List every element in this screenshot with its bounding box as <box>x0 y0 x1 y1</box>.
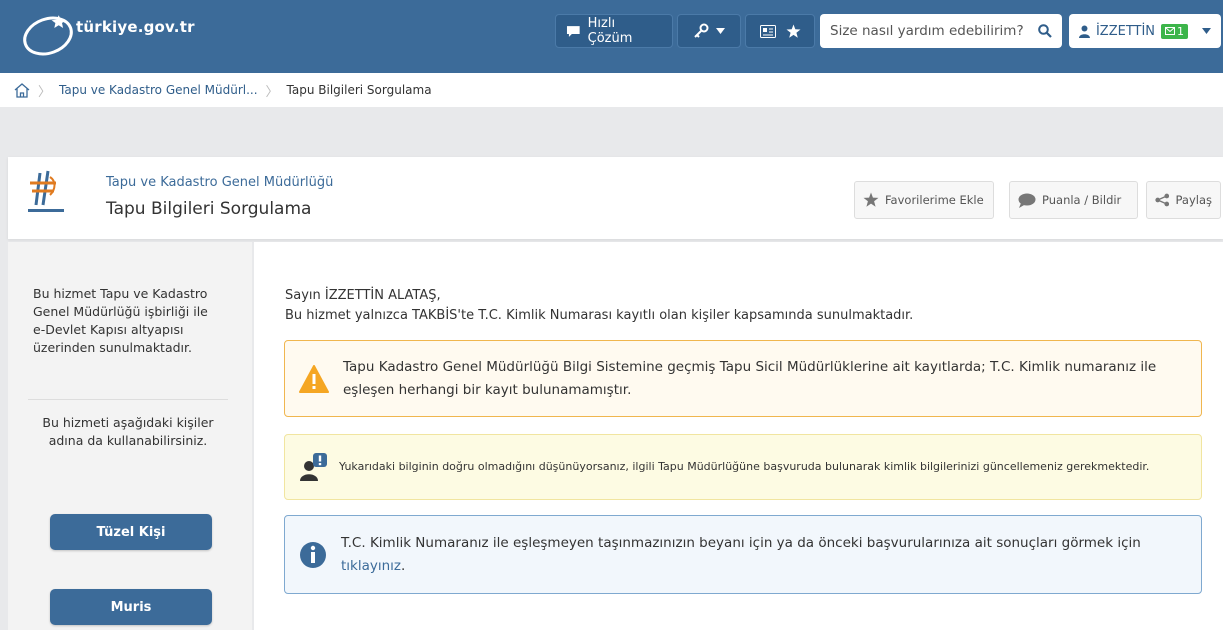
top-header: türkiye.gov.tr Hızlı Çözüm Size nasıl ya… <box>0 0 1223 73</box>
star-icon <box>786 24 800 38</box>
page-title: Tapu Bilgileri Sorgulama <box>106 199 312 219</box>
quick-solution-label: Hızlı Çözüm <box>587 16 633 46</box>
breadcrumb-separator: 〉 <box>38 84 52 100</box>
user-icon <box>1079 25 1090 38</box>
tkgm-logo <box>28 170 64 212</box>
rate-report-button[interactable]: Puanla / Bildir <box>1009 181 1138 219</box>
star-icon <box>863 192 879 207</box>
logo-swoosh-icon <box>23 15 73 56</box>
comment-icon <box>1018 193 1036 208</box>
home-icon[interactable] <box>14 82 30 98</box>
chevron-down-icon <box>716 28 725 34</box>
warning-alert: Tapu Kadastro Genel Müdürlüğü Bilgi Sist… <box>284 340 1202 417</box>
logo-text: türkiye.gov.tr <box>76 18 195 36</box>
legal-entity-button[interactable]: Tüzel Kişi <box>50 514 212 550</box>
notice-text: Yukarıdaki bilginin doğru olmadığını düş… <box>339 460 1150 474</box>
on-behalf-text: Bu hizmeti aşağıdaki kişiler adına da ku… <box>42 415 214 449</box>
service-scope-text: Bu hizmet yalnızca TAKBİS'te T.C. Kimlik… <box>285 308 914 324</box>
add-favorite-button[interactable]: Favorilerime Ekle <box>854 181 994 219</box>
mail-count: 1 <box>1177 24 1185 38</box>
password-menu-button[interactable] <box>677 14 741 48</box>
main-content: Sayın İZZETTİN ALATAŞ, Bu hizmet yalnızc… <box>254 242 1223 630</box>
notice-alert: Yukarıdaki bilginin doğru olmadığını düş… <box>284 434 1202 500</box>
info-text-end: . <box>401 557 406 574</box>
edevlet-card-button[interactable] <box>745 14 815 48</box>
breadcrumb-current: Tapu Bilgileri Sorgulama <box>286 83 432 97</box>
info-icon <box>300 541 326 568</box>
user-menu-button[interactable]: İZZETTİN 1 <box>1069 14 1221 48</box>
mail-icon <box>1165 27 1176 35</box>
service-info-text: Bu hizmet Tapu ve Kadastro Genel Müdürlü… <box>33 286 208 356</box>
institution-name: Tapu ve Kadastro Genel Müdürlüğü <box>106 175 334 190</box>
search-icon[interactable] <box>1038 24 1052 38</box>
rate-report-label: Puanla / Bildir <box>1042 193 1122 207</box>
info-alert: T.C. Kimlik Numaranız ile eşleşmeyen taş… <box>284 515 1202 594</box>
greeting-block: Sayın İZZETTİN ALATAŞ, Bu hizmet yalnızc… <box>285 286 913 326</box>
chevron-down-icon <box>1202 28 1211 34</box>
info-text: T.C. Kimlik Numaranız ile eşleşmeyen taş… <box>341 535 1141 552</box>
info-text-block: T.C. Kimlik Numaranız ile eşleşmeyen taş… <box>341 532 1181 577</box>
breadcrumb: 〉 Tapu ve Kadastro Genel Müdürl... 〉 Tap… <box>0 73 1223 107</box>
quick-solution-button[interactable]: Hızlı Çözüm <box>555 14 673 48</box>
greeting: Sayın İZZETTİN ALATAŞ, <box>285 288 441 303</box>
share-label: Paylaş <box>1175 193 1212 207</box>
warning-icon <box>299 364 329 393</box>
breadcrumb-institution-link[interactable]: Tapu ve Kadastro Genel Müdürl... <box>59 83 258 97</box>
person-alert-icon <box>300 453 327 481</box>
user-name: İZZETTİN <box>1095 23 1156 39</box>
chat-icon <box>566 25 580 37</box>
warning-text: Tapu Kadastro Genel Müdürlüğü Bilgi Sist… <box>343 359 1157 398</box>
sidebar-divider <box>28 399 228 400</box>
breadcrumb-separator: 〉 <box>265 84 279 100</box>
service-title-card: Tapu ve Kadastro Genel Müdürlüğü Tapu Bi… <box>8 157 1223 239</box>
deceased-button[interactable]: Muris <box>50 589 212 625</box>
search-placeholder: Size nasıl yardım edebilirim? <box>830 23 1024 39</box>
click-here-link[interactable]: tıklayınız <box>341 558 401 574</box>
add-favorite-label: Favorilerime Ekle <box>885 193 984 207</box>
sidebar: Bu hizmet Tapu ve Kadastro Genel Müdürlü… <box>8 242 252 630</box>
search-input[interactable]: Size nasıl yardım edebilirim? <box>820 14 1062 48</box>
share-button[interactable]: Paylaş <box>1146 181 1221 219</box>
share-icon <box>1155 193 1170 207</box>
id-card-icon <box>759 24 776 38</box>
mail-badge[interactable]: 1 <box>1161 23 1189 39</box>
key-icon <box>694 23 709 38</box>
